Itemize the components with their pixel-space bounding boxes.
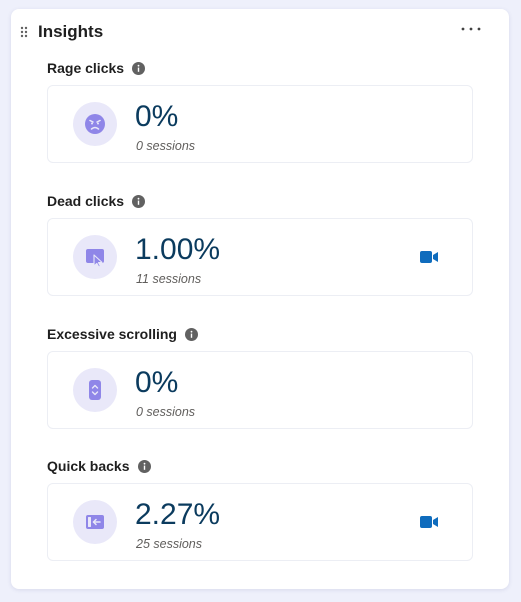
metric-sessions: 0 sessions (136, 139, 196, 153)
section-label-rage-clicks: Rage clicks (47, 59, 146, 77)
metric-value: 0% (135, 366, 179, 399)
metric-icon-badge (73, 368, 117, 412)
section-label-excessive-scrolling: Excessive scrolling (47, 325, 198, 343)
angry-face-icon (85, 114, 105, 134)
metric-sessions: 11 sessions (136, 272, 202, 286)
insights-card: Insights Rage clicks 0% 0 sessions Dead … (11, 9, 509, 589)
section-label-text: Excessive scrolling (47, 326, 177, 342)
metric-card-excessive-scrolling[interactable]: 0% 0 sessions (47, 351, 473, 429)
scroll-arrows-icon (89, 380, 101, 400)
back-arrow-icon (86, 515, 104, 529)
section-label-text: Dead clicks (47, 193, 125, 209)
section-label-text: Quick backs (47, 458, 130, 474)
metric-value: 1.00% (135, 233, 221, 266)
more-options-icon[interactable] (459, 21, 483, 37)
card-title: Insights (38, 22, 104, 41)
metric-card-dead-clicks[interactable]: 1.00% 11 sessions (47, 218, 473, 296)
metric-icon-badge (73, 235, 117, 279)
metric-card-rage-clicks[interactable]: 0% 0 sessions (47, 85, 473, 163)
metric-card-quick-backs[interactable]: 2.27% 25 sessions (47, 483, 473, 561)
section-label-quick-backs: Quick backs (47, 457, 151, 475)
metric-sessions: 25 sessions (136, 537, 203, 551)
section-label-text: Rage clicks (47, 60, 125, 76)
metric-value: 0% (135, 100, 179, 133)
metric-icon-badge (73, 500, 117, 544)
video-recording-icon[interactable] (420, 250, 438, 264)
info-icon[interactable] (132, 61, 146, 75)
metric-value: 2.27% (135, 498, 221, 531)
card-header: Insights (11, 9, 509, 55)
info-icon[interactable] (132, 194, 146, 208)
video-recording-icon[interactable] (420, 515, 438, 529)
section-label-dead-clicks: Dead clicks (47, 192, 146, 210)
metric-icon-badge (73, 102, 117, 146)
info-icon[interactable] (184, 327, 198, 341)
info-icon[interactable] (137, 459, 151, 473)
cursor-square-icon (86, 249, 104, 268)
metric-sessions: 0 sessions (136, 405, 196, 419)
drag-handle-icon[interactable] (20, 26, 28, 38)
